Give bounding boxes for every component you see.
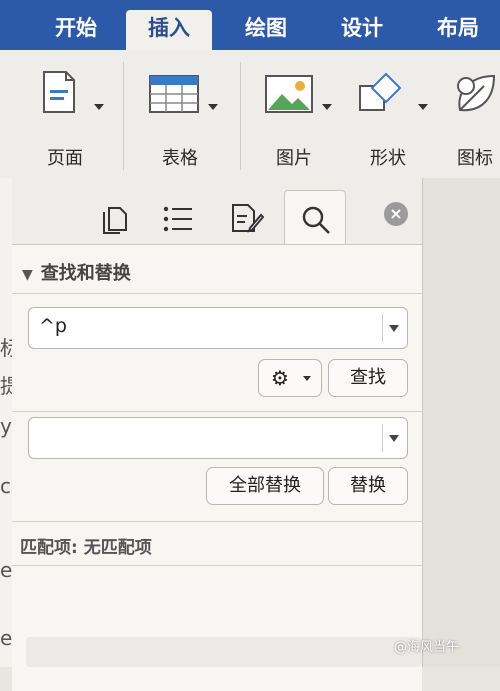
ribbon-tab-bar: 开始 插入 绘图 设计 布局 — [0, 0, 500, 50]
tab-design[interactable]: 设计 — [328, 10, 396, 50]
gear-icon: ⚙ — [271, 366, 289, 390]
document-text-fragment: y — [0, 414, 12, 438]
shapes-icon — [359, 72, 402, 111]
edit-document-icon — [232, 204, 264, 233]
chevron-down-icon — [303, 376, 311, 381]
ribbon-separator — [123, 62, 124, 170]
document-text-fragment: 提 — [0, 374, 12, 398]
tab-layout[interactable]: 布局 — [424, 10, 492, 50]
picture-button[interactable]: 图片 — [258, 64, 348, 169]
shapes-button[interactable]: 形状 — [350, 64, 440, 169]
find-replace-pane: × ▼ 查找和替换 ^p ⚙ 查找 全部替换 替换 匹配项: 无匹配项 — [12, 178, 423, 691]
page-button[interactable]: 页面 — [30, 64, 120, 169]
find-input[interactable]: ^p — [28, 307, 408, 349]
section-title: 查找和替换 — [40, 263, 131, 284]
picture-dropdown-caret[interactable] — [322, 104, 332, 110]
picture-label: 图片 — [276, 148, 312, 169]
find-button[interactable]: 查找 — [328, 359, 408, 397]
shapes-dropdown-caret[interactable] — [418, 104, 428, 110]
watermark: @海风当午 — [394, 640, 460, 655]
close-pane-button[interactable]: × — [384, 202, 408, 226]
tab-outline[interactable] — [148, 190, 208, 244]
table-icon — [149, 75, 199, 113]
table-button[interactable]: 表格 — [140, 64, 230, 169]
close-icon: × — [389, 204, 403, 223]
replace-history-dropdown-icon[interactable] — [389, 435, 399, 442]
find-replace-section: ▼ 查找和替换 ^p ⚙ 查找 全部替换 替换 匹配项: 无匹配项 — [12, 244, 422, 691]
tab-search[interactable] — [284, 190, 346, 245]
icons-button[interactable]: 图标 — [440, 64, 500, 169]
icons-label: 图标 — [457, 148, 493, 169]
ribbon-separator — [240, 62, 241, 170]
document-text-fragment: e — [0, 558, 12, 582]
divider — [382, 314, 383, 342]
replace-button[interactable]: 替换 — [328, 467, 408, 505]
pages-icon — [103, 207, 127, 234]
document-area — [423, 178, 500, 667]
tab-draw[interactable]: 绘图 — [232, 10, 300, 50]
replace-all-button[interactable]: 全部替换 — [206, 467, 324, 505]
results-area — [26, 637, 422, 667]
divider — [12, 521, 422, 522]
find-history-dropdown-icon[interactable] — [389, 325, 399, 332]
page-label: 页面 — [47, 148, 83, 169]
tab-insert[interactable]: 插入 — [126, 10, 212, 50]
ribbon: 页面 表格 图片 形状 图标 — [0, 50, 500, 179]
divider — [12, 293, 422, 294]
tab-home[interactable]: 开始 — [42, 10, 110, 50]
page-dropdown-caret[interactable] — [94, 104, 104, 110]
divider — [382, 424, 383, 452]
table-label: 表格 — [162, 148, 198, 169]
find-options-button[interactable]: ⚙ — [258, 359, 322, 397]
tab-edit-document[interactable] — [216, 190, 276, 244]
search-icon — [302, 206, 330, 234]
document-text-fragment: 标 — [0, 336, 12, 360]
divider — [12, 565, 422, 566]
match-status: 匹配项: 无匹配项 — [20, 538, 152, 558]
tab-thumbnails[interactable] — [84, 190, 144, 244]
picture-icon — [265, 75, 313, 113]
document-text-fragment: c — [0, 474, 11, 498]
divider — [12, 411, 422, 412]
list-icon — [163, 206, 192, 232]
find-input-value: ^p — [39, 315, 67, 337]
shapes-label: 形状 — [370, 148, 406, 169]
icons-icon — [457, 74, 496, 112]
replace-input[interactable] — [28, 417, 408, 459]
collapse-triangle-icon: ▼ — [22, 267, 33, 283]
document-text-fragment: e — [0, 626, 12, 650]
page-icon — [43, 71, 75, 113]
table-dropdown-caret[interactable] — [208, 104, 218, 110]
section-header[interactable]: ▼ 查找和替换 — [22, 259, 131, 285]
